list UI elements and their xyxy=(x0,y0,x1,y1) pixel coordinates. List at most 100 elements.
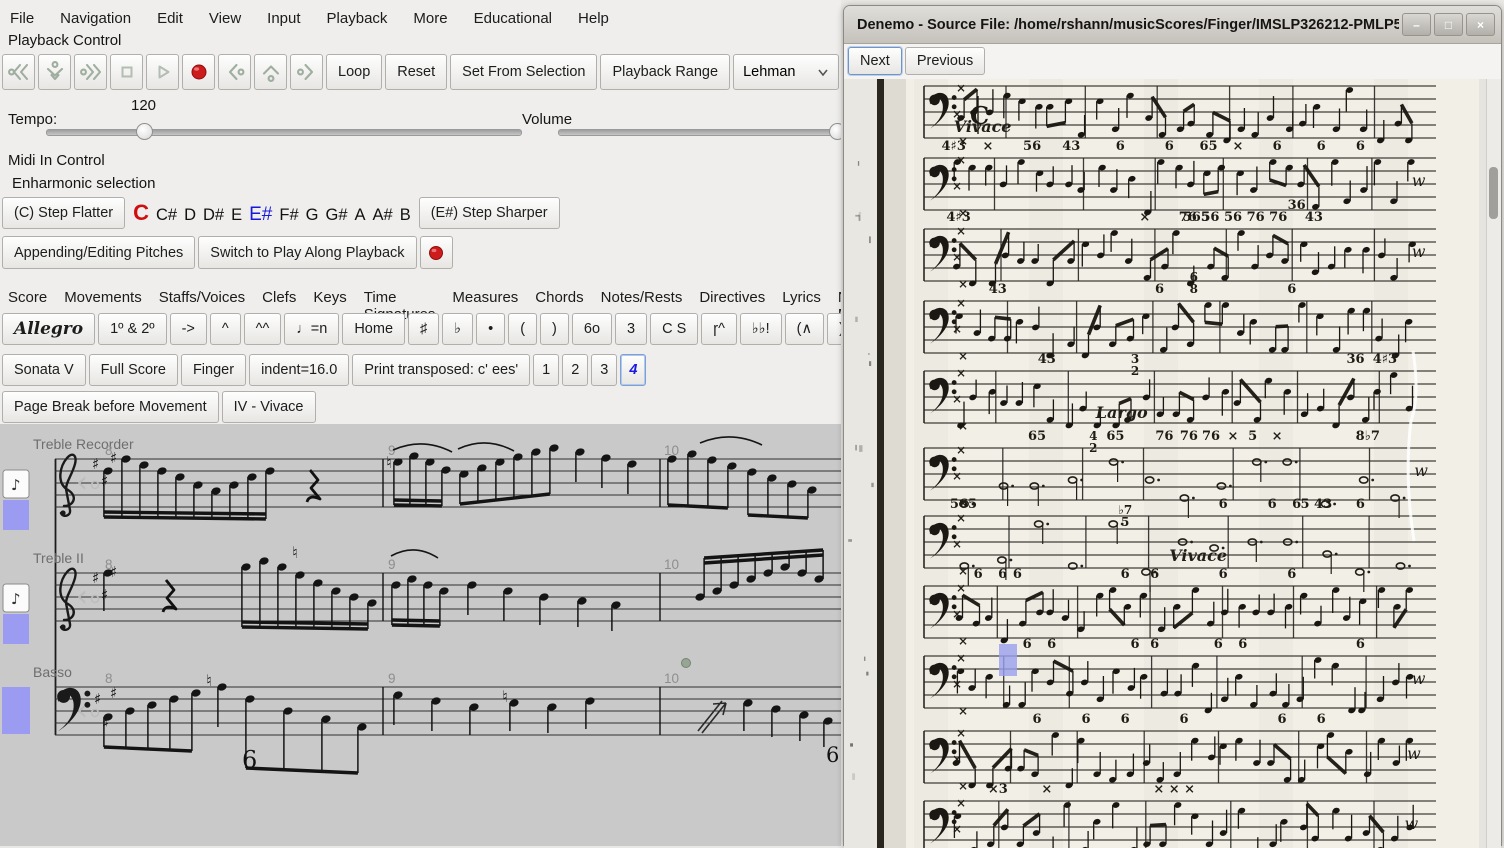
menu-item-edit[interactable]: Edit xyxy=(157,10,183,24)
button-item[interactable]: • xyxy=(476,313,505,345)
svg-text:×: × xyxy=(958,779,968,793)
svg-text:×: × xyxy=(1139,210,1150,225)
button-sonata-v[interactable]: Sonata V xyxy=(2,354,86,386)
note-name-g: G xyxy=(306,206,319,225)
menu-item-chords[interactable]: Chords xyxy=(535,289,583,306)
button-n[interactable]: ♩=n xyxy=(284,313,339,345)
menu-item-notes-rests[interactable]: Notes/Rests xyxy=(601,289,683,306)
menu-item-playback[interactable]: Playback xyxy=(327,10,388,24)
button-indent-16-0[interactable]: indent=16.0 xyxy=(249,354,349,386)
set-from-selection-button[interactable]: Set From Selection xyxy=(450,54,597,90)
next-measure-button[interactable] xyxy=(290,54,323,90)
svg-text:×: × xyxy=(952,322,962,336)
svg-text:×: × xyxy=(958,277,968,291)
svg-text:76: 76 xyxy=(1180,429,1198,444)
button-item[interactable]: ^^ xyxy=(244,313,282,345)
button-full-score[interactable]: Full Score xyxy=(89,354,178,386)
button-item[interactable]: ^ xyxy=(210,313,241,345)
menu-item-lyrics[interactable]: Lyrics xyxy=(782,289,821,306)
source-window-titlebar[interactable]: Denemo - Source File: /home/rshann/music… xyxy=(844,6,1501,44)
button-finger[interactable]: Finger xyxy=(181,354,246,386)
menu-item-staffs-voices[interactable]: Staffs/Voices xyxy=(159,289,245,306)
button-item[interactable]: )∨ xyxy=(827,313,841,345)
button-home[interactable]: Home xyxy=(342,313,405,345)
button-item[interactable]: ) xyxy=(540,313,569,345)
playback-device-dropdown[interactable]: Lehman xyxy=(733,54,839,90)
appending-editing-pitches-button[interactable]: Appending/Editing Pitches xyxy=(2,236,195,269)
rewind-to-start-button[interactable] xyxy=(2,54,35,90)
button-previous[interactable]: Previous xyxy=(905,47,985,75)
svg-text:×: × xyxy=(956,366,966,380)
menu-item-time-signatures[interactable]: Time Signatures xyxy=(364,289,436,306)
step-flatter-button[interactable]: (C) Step Flatter xyxy=(2,197,125,229)
staff-cursor[interactable] xyxy=(3,614,29,644)
stop-button[interactable] xyxy=(110,54,143,90)
button-item[interactable]: ( xyxy=(508,313,537,345)
scrollbar[interactable] xyxy=(1486,79,1501,848)
svg-text:5: 5 xyxy=(1248,429,1257,444)
menu-item-movements[interactable]: Movements xyxy=(64,289,142,306)
denemo-main-window: File Navigation Edit View Input Playback More E… xyxy=(0,0,841,846)
button-3[interactable]: 3 xyxy=(591,354,617,386)
switch-play-along-button[interactable]: Switch to Play Along Playback xyxy=(198,236,416,269)
step-sharper-button[interactable]: (E#) Step Sharper xyxy=(419,197,560,229)
forward-to-end-button[interactable] xyxy=(74,54,107,90)
menu-item-educational[interactable]: Educational xyxy=(474,10,552,24)
menu-item-input[interactable]: Input xyxy=(267,10,300,24)
menu-item-directives[interactable]: Directives xyxy=(699,289,765,306)
menu-item-navigation[interactable]: Navigation xyxy=(60,10,131,24)
button-1[interactable]: 1 xyxy=(533,354,559,386)
menu-item-more[interactable]: More xyxy=(413,10,447,24)
staff-cursor[interactable] xyxy=(3,500,29,530)
scrollbar-thumb[interactable] xyxy=(1489,167,1498,219)
button-allegro[interactable]: Allegro xyxy=(2,313,95,345)
previous-measure-button[interactable] xyxy=(218,54,251,90)
reset-button[interactable]: Reset xyxy=(385,54,447,90)
play-button[interactable] xyxy=(146,54,179,90)
record-button[interactable] xyxy=(182,54,215,90)
button-6o[interactable]: 6o xyxy=(572,313,612,345)
button-c-s[interactable]: C S xyxy=(650,313,698,345)
button-item[interactable]: ♭ xyxy=(442,313,473,345)
volume-slider-thumb[interactable] xyxy=(829,123,841,140)
button-1-2[interactable]: 1º & 2º xyxy=(98,313,166,345)
button-2[interactable]: 2 xyxy=(562,354,588,386)
svg-text:×: × xyxy=(956,796,966,810)
menu-item-clefs[interactable]: Clefs xyxy=(262,289,296,306)
staff-cursor[interactable] xyxy=(2,687,30,734)
menu-item-notation-magick[interactable]: Notation Magick xyxy=(838,289,841,306)
button-item[interactable]: ♯ xyxy=(408,313,439,345)
button-item[interactable]: ♭♭! xyxy=(740,313,782,345)
menu-item-help[interactable]: Help xyxy=(578,10,609,24)
source-link-highlight[interactable] xyxy=(999,644,1017,676)
button-iv-vivace[interactable]: IV - Vivace xyxy=(222,391,316,423)
button-next[interactable]: Next xyxy=(848,47,902,75)
button-3[interactable]: 3 xyxy=(615,313,647,345)
button-item[interactable]: -> xyxy=(170,313,207,345)
menu-item-measures[interactable]: Measures xyxy=(452,289,518,306)
menu-item-score[interactable]: Score xyxy=(8,289,47,306)
close-button[interactable]: × xyxy=(1466,13,1495,36)
svg-text:‹: ‹ xyxy=(76,465,88,500)
button-print-transposed-c-ees[interactable]: Print transposed: c' ees' xyxy=(352,354,530,386)
loop-button[interactable]: Loop xyxy=(326,54,382,90)
playback-range-button[interactable]: Playback Range xyxy=(600,54,730,90)
svg-text:6: 6 xyxy=(1287,282,1296,297)
score-canvas[interactable]: Treble Recorder8910‹♯♯♯♪Treble II8910‹♯♯… xyxy=(0,424,841,846)
tempo-slider-thumb[interactable] xyxy=(136,123,153,140)
move-up-staff-button[interactable] xyxy=(254,54,287,90)
button-page-break-before-movement[interactable]: Page Break before Movement xyxy=(2,391,219,423)
maximize-button[interactable]: □ xyxy=(1434,13,1463,36)
button-item[interactable]: (∧ xyxy=(785,313,824,345)
tempo-slider[interactable] xyxy=(46,129,522,136)
menu-item-view[interactable]: View xyxy=(209,10,241,24)
midi-record-button[interactable] xyxy=(420,236,453,269)
button-item[interactable]: ɼ^ xyxy=(701,313,737,345)
minimize-button[interactable]: – xyxy=(1402,13,1431,36)
button-4[interactable]: 4 xyxy=(620,354,646,386)
move-down-staff-button[interactable] xyxy=(38,54,71,90)
source-page-view[interactable]: ×××C66Vivace×××4♯3×56436665×666w×××4♯3×5… xyxy=(844,79,1501,848)
volume-slider[interactable] xyxy=(558,129,841,136)
menu-item-keys[interactable]: Keys xyxy=(313,289,346,306)
menu-item-file[interactable]: File xyxy=(10,10,34,24)
